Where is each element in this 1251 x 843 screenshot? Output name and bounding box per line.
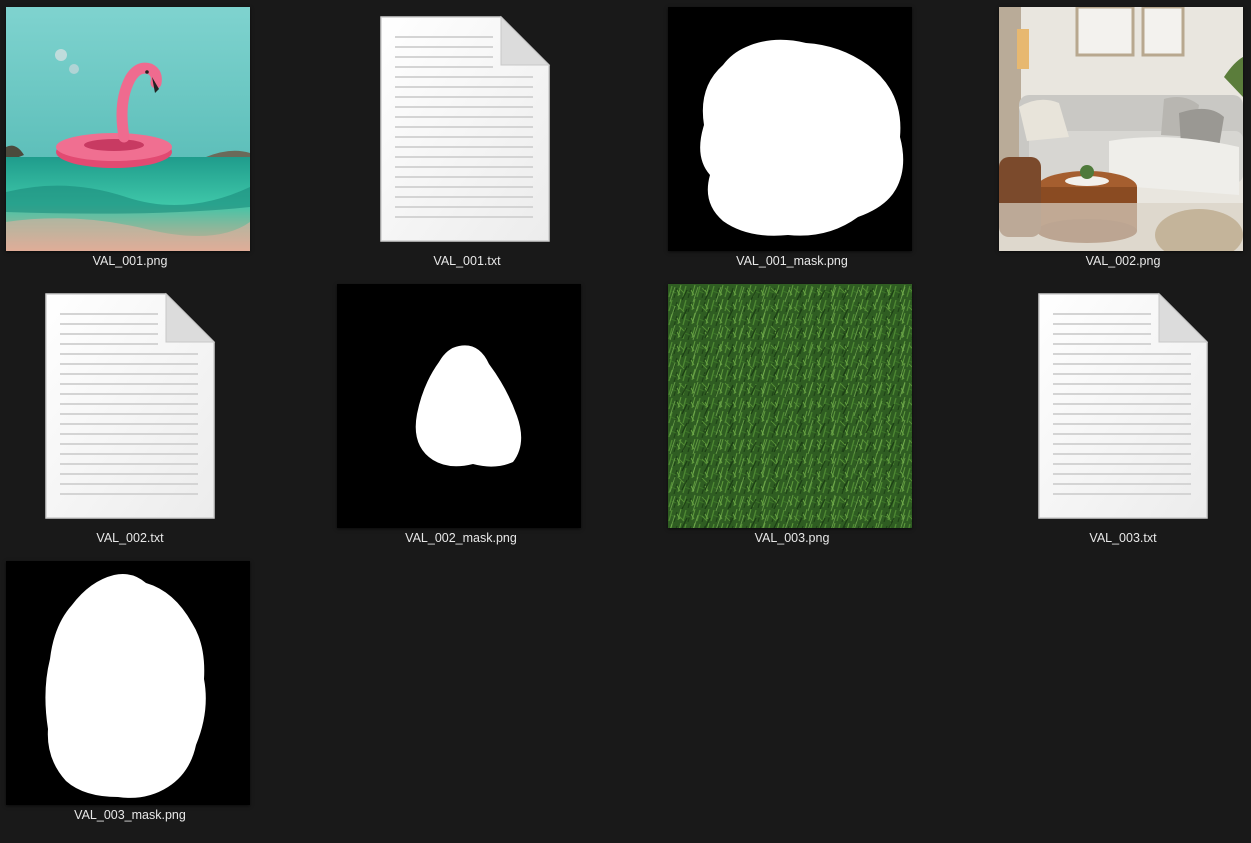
file-item[interactable]: VAL_001_mask.png bbox=[662, 0, 912, 270]
file-name: VAL_002.txt bbox=[96, 531, 164, 545]
image-thumbnail bbox=[6, 7, 250, 251]
file-item[interactable]: VAL_003.png bbox=[662, 277, 912, 547]
mask-thumbnail bbox=[668, 7, 912, 251]
living-room-image bbox=[999, 7, 1243, 251]
mask-thumbnail bbox=[337, 284, 581, 528]
file-item[interactable]: VAL_001.txt bbox=[337, 0, 587, 270]
file-name: VAL_001_mask.png bbox=[736, 254, 848, 268]
file-item[interactable]: VAL_003_mask.png bbox=[0, 554, 250, 824]
file-item[interactable]: VAL_001.png bbox=[0, 0, 250, 270]
flamingo-float-image bbox=[6, 7, 250, 251]
file-name: VAL_001.txt bbox=[433, 254, 501, 268]
file-name: VAL_002_mask.png bbox=[405, 531, 517, 545]
text-file-icon bbox=[999, 284, 1243, 528]
file-name: VAL_002.png bbox=[1085, 254, 1161, 268]
file-grid: VAL_001.png VAL_001.txt VAL_001_mask.png… bbox=[0, 0, 1251, 843]
file-item[interactable]: VAL_003.txt bbox=[999, 277, 1249, 547]
image-thumbnail bbox=[668, 284, 912, 528]
file-name: VAL_003.txt bbox=[1089, 531, 1157, 545]
file-item[interactable]: VAL_002.txt bbox=[6, 277, 256, 547]
file-item[interactable]: VAL_002.png bbox=[993, 0, 1243, 270]
file-item[interactable]: VAL_002_mask.png bbox=[331, 277, 581, 547]
image-thumbnail bbox=[999, 7, 1243, 251]
text-file-icon bbox=[343, 7, 587, 251]
file-name: VAL_003.png bbox=[754, 531, 830, 545]
text-file-icon bbox=[6, 284, 250, 528]
mask-thumbnail bbox=[6, 561, 250, 805]
file-name: VAL_001.png bbox=[92, 254, 168, 268]
grass-texture-image bbox=[668, 284, 912, 528]
file-name: VAL_003_mask.png bbox=[74, 808, 186, 822]
